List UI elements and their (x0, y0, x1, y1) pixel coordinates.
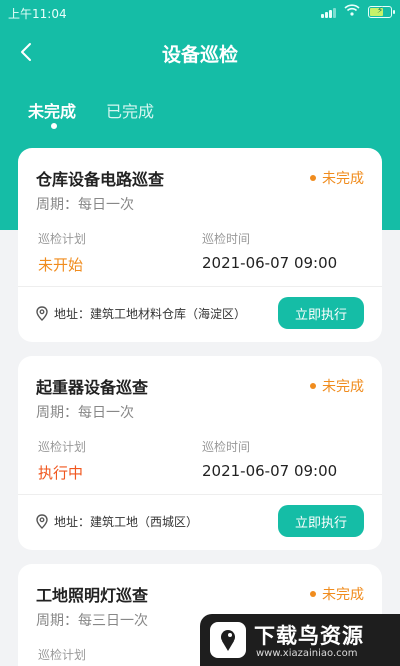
active-tab-indicator (51, 123, 57, 129)
bird-logo-icon (210, 622, 246, 658)
watermark-badge: 下载鸟资源 www.xiazainiao.com (200, 614, 400, 666)
battery-icon: ⚡ (368, 5, 395, 18)
plan-label: 巡检计划 (38, 440, 87, 454)
time-value: 2021-06-07 09:00 (202, 254, 338, 272)
divider (18, 286, 382, 287)
card-address: 地址：建筑工地材料仓库（海淀区） (36, 305, 246, 322)
location-pin-icon (36, 306, 48, 321)
card-title: 工地照明灯巡查 (36, 586, 149, 605)
plan-label: 巡检计划 (38, 648, 87, 662)
execute-button[interactable]: 立即执行 (278, 505, 364, 537)
location-pin-icon (36, 514, 48, 529)
status-time: 上午11:04 (8, 7, 67, 21)
tab-incomplete[interactable]: 未完成 (28, 98, 76, 122)
tab-bar: 未完成 已完成 (0, 92, 400, 132)
status-dot-icon (310, 175, 316, 181)
navbar: 设备巡检 (0, 26, 400, 78)
plan-value: 执行中 (38, 464, 84, 482)
status-badge: 未完成 (310, 376, 364, 396)
inspection-card[interactable]: 起重器设备巡查 未完成 周期：每日一次 巡检计划 巡检时间 执行中 2021-0… (18, 356, 382, 550)
status-bar: 上午11:04 ⚡ (0, 0, 400, 26)
status-icons: ⚡ (321, 4, 395, 19)
status-badge: 未完成 (310, 168, 364, 188)
status-badge: 未完成 (310, 584, 364, 604)
wifi-icon (344, 4, 360, 19)
card-period: 周期：每日一次 (36, 405, 134, 421)
inspection-card[interactable]: 仓库设备电路巡查 未完成 周期：每日一次 巡检计划 巡检时间 未开始 2021-… (18, 148, 382, 342)
time-value: 2021-06-07 09:00 (202, 462, 338, 480)
time-label: 巡检时间 (202, 440, 251, 454)
page-title: 设备巡检 (161, 44, 238, 66)
execute-button[interactable]: 立即执行 (278, 297, 364, 329)
card-address: 地址：建筑工地（西城区） (36, 513, 198, 530)
status-text: 未完成 (322, 171, 364, 187)
card-title: 起重器设备巡查 (36, 378, 149, 397)
divider (18, 494, 382, 495)
status-dot-icon (310, 383, 316, 389)
watermark-title: 下载鸟资源 (254, 624, 364, 648)
status-text: 未完成 (322, 379, 364, 395)
tab-complete[interactable]: 已完成 (106, 98, 154, 122)
address-text: 地址：建筑工地（西城区） (54, 515, 199, 529)
card-period: 周期：每日一次 (36, 197, 134, 213)
status-text: 未完成 (322, 587, 364, 603)
address-text: 地址：建筑工地材料仓库（海淀区） (54, 307, 247, 321)
plan-value: 未开始 (38, 256, 84, 274)
watermark-url: www.xiazainiao.com (256, 648, 358, 659)
plan-label: 巡检计划 (38, 232, 87, 246)
card-title: 仓库设备电路巡查 (36, 170, 165, 189)
signal-icon (321, 6, 336, 18)
time-label: 巡检时间 (202, 232, 251, 246)
status-dot-icon (310, 591, 316, 597)
card-period: 周期：每三日一次 (36, 613, 148, 629)
